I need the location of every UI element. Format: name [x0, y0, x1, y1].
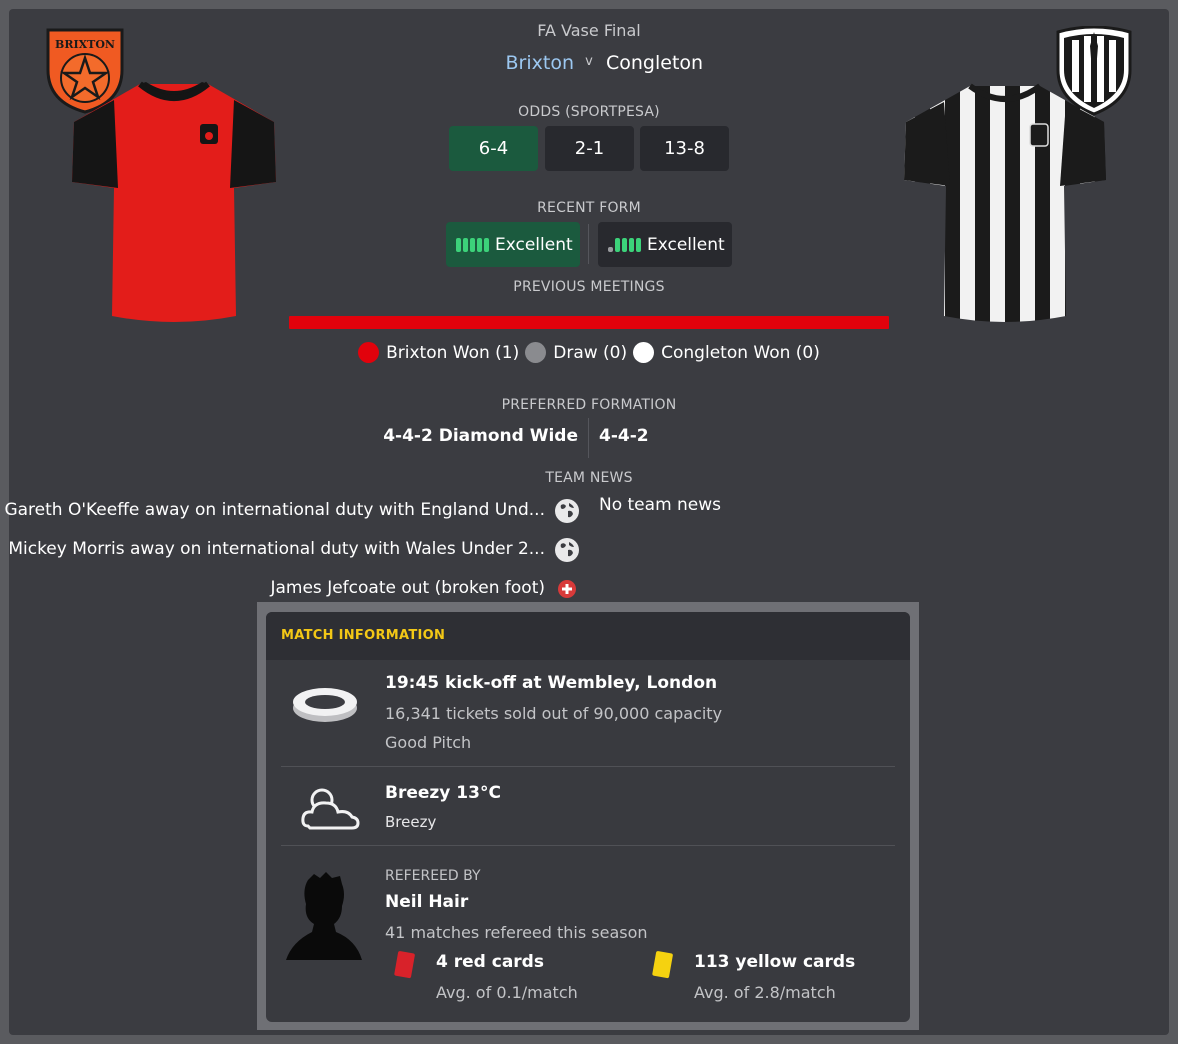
meetings-legend: Brixton Won (1) Draw (0) Congleton Won (… — [0, 342, 1178, 363]
news-item[interactable]: Mickey Morris away on international duty… — [8, 539, 545, 559]
tickets-sold: 16,341 tickets sold out of 90,000 capaci… — [385, 704, 723, 723]
competition-title: FA Vase Final — [537, 21, 641, 40]
weather-icon — [300, 784, 364, 832]
away-recent-form[interactable]: Excellent — [598, 222, 732, 267]
red-card-icon — [393, 950, 415, 980]
legend-away-won: Congleton Won (0) — [633, 342, 820, 363]
kickoff-venue[interactable]: 19:45 kick-off at Wembley, London — [385, 673, 717, 693]
away-form-rating: Excellent — [647, 234, 725, 255]
pitch-condition: Good Pitch — [385, 733, 472, 752]
odds-away-win[interactable]: 13-8 — [640, 126, 729, 171]
weather-detail: Breezy — [385, 813, 437, 831]
referee-label: REFEREED BY — [385, 868, 481, 884]
team-news-label: TEAM NEWS — [545, 470, 633, 486]
referee-silhouette[interactable] — [284, 870, 364, 962]
red-cards-average: Avg. of 0.1/match — [436, 983, 578, 1002]
previous-meetings-label: PREVIOUS MEETINGS — [513, 279, 665, 295]
match-info-panel: MATCH INFORMATION 19:45 kick-off at Wemb… — [266, 612, 910, 1022]
match-info-title: MATCH INFORMATION — [281, 628, 446, 643]
away-color-dot — [633, 342, 655, 363]
yellow-card-icon — [651, 950, 673, 980]
versus-label: v — [585, 54, 593, 69]
news-item[interactable]: James Jefcoate out (broken foot) — [270, 578, 545, 598]
legend-home-won: Brixton Won (1) — [358, 342, 519, 363]
referee-matches: 41 matches refereed this season — [385, 923, 648, 942]
home-formation: 4-4-2 Diamond Wide — [383, 426, 578, 446]
globe-icon — [555, 538, 579, 562]
home-color-dot — [358, 342, 380, 363]
red-cards-count: 4 red cards — [436, 952, 544, 972]
formation-label: PREFERRED FORMATION — [501, 397, 677, 413]
away-team-news: No team news — [599, 495, 722, 515]
away-formation: 4-4-2 — [599, 426, 649, 446]
draw-color-dot — [525, 342, 547, 363]
home-team-link[interactable]: Brixton — [506, 52, 575, 74]
stadium-icon — [292, 684, 358, 724]
yellow-cards-count: 113 yellow cards — [694, 952, 856, 972]
globe-icon — [555, 499, 579, 523]
form-bars-icon — [456, 237, 489, 252]
section-divider — [281, 766, 895, 767]
injury-icon — [558, 580, 576, 598]
meetings-bar[interactable] — [289, 316, 889, 329]
home-form-rating: Excellent — [495, 234, 573, 255]
odds-label: ODDS (SPORTPESA) — [518, 104, 660, 120]
recent-form-label: RECENT FORM — [537, 200, 641, 216]
yellow-cards-average: Avg. of 2.8/match — [694, 983, 836, 1002]
section-divider — [281, 845, 895, 846]
weather-summary: Breezy 13°C — [385, 783, 501, 803]
match-info-header: MATCH INFORMATION — [266, 612, 910, 660]
home-recent-form[interactable]: Excellent — [446, 222, 580, 267]
form-divider — [588, 224, 589, 264]
news-item[interactable]: Gareth O'Keeffe away on international du… — [4, 500, 545, 520]
formation-divider — [588, 418, 589, 458]
away-team-link[interactable]: Congleton — [606, 52, 703, 74]
odds-draw[interactable]: 2-1 — [545, 126, 634, 171]
odds-home-win[interactable]: 6-4 — [449, 126, 538, 171]
referee-name[interactable]: Neil Hair — [385, 892, 468, 912]
legend-draw: Draw (0) — [525, 342, 627, 363]
form-bars-icon — [608, 237, 641, 252]
